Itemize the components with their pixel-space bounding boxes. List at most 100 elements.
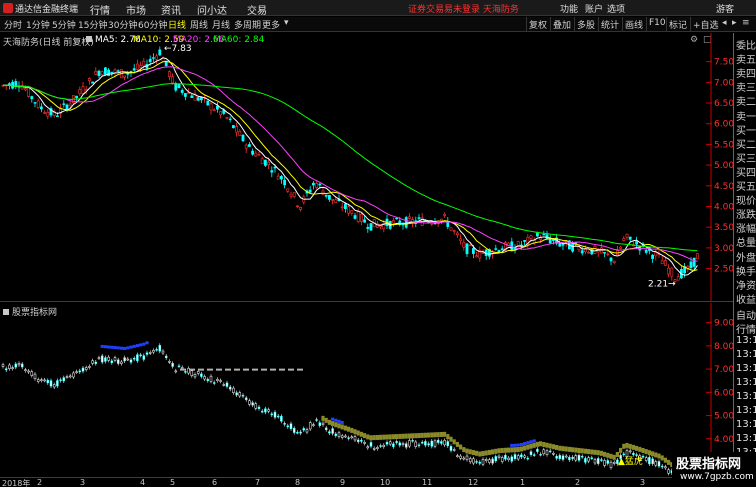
date-axis-label: 2	[575, 478, 581, 487]
chevron-left-icon[interactable]: ◂	[722, 18, 727, 28]
candle-body	[78, 89, 82, 95]
ind-candle	[606, 460, 610, 464]
ind-band-olive	[516, 447, 520, 453]
candle-body	[676, 276, 680, 281]
ind-candle	[635, 454, 638, 456]
login-notice[interactable]: 证券交易易未登录 天海防务	[408, 2, 519, 15]
ind-candle	[113, 357, 117, 361]
ind-band-olive	[647, 450, 651, 456]
period-monthly[interactable]: 月线	[212, 18, 230, 31]
candle-body	[81, 86, 85, 94]
menu-gongneng[interactable]: 功能	[560, 2, 578, 15]
ind-band-olive	[558, 445, 562, 451]
ind-candle	[100, 355, 104, 363]
ind-band-olive	[388, 434, 392, 440]
ind-candle	[270, 413, 274, 416]
menu-shichang[interactable]: 市场	[126, 2, 146, 17]
period-fenshi[interactable]: 分时	[4, 18, 22, 31]
candle-body	[100, 71, 104, 76]
ind-band-olive	[321, 415, 325, 421]
ind-band-blue	[513, 443, 517, 447]
ind-band-olive	[446, 434, 450, 440]
watermark-title: 股票指标网	[676, 457, 742, 472]
user-guest[interactable]: 游客	[716, 2, 734, 15]
date-axis-label: 2018年	[2, 479, 31, 487]
ind-candle	[376, 447, 379, 449]
ind-candle	[36, 379, 40, 382]
ind-band-blue	[119, 346, 123, 350]
period-1min[interactable]: 1分钟	[26, 18, 50, 31]
ind-band-olive	[567, 446, 571, 452]
ind-candle	[472, 458, 475, 464]
candle-body	[395, 217, 399, 220]
period-15min[interactable]: 15分钟	[78, 18, 107, 31]
period-30min[interactable]: 30分钟	[108, 18, 137, 31]
candle-body	[97, 70, 101, 76]
candle-body	[196, 97, 200, 101]
period-weekly[interactable]: 周线	[190, 18, 208, 31]
menu-icon[interactable]: ≡	[742, 18, 750, 28]
candle-body	[267, 161, 271, 165]
ind-band-olive	[327, 419, 331, 425]
period-5min[interactable]: 5分钟	[52, 18, 76, 31]
ind-candle	[436, 439, 440, 443]
stats-button[interactable]: 统计	[598, 17, 621, 32]
ind-y-tick-label: 5.00	[714, 412, 733, 422]
multi-stock-button[interactable]: 多股	[574, 17, 597, 32]
period-multi[interactable]: 多周期	[234, 18, 261, 31]
ind-candle	[75, 371, 78, 373]
ind-candle	[161, 350, 165, 354]
ind-candle	[200, 373, 203, 377]
ind-band-olive	[443, 431, 447, 437]
candle-body	[455, 232, 459, 235]
ind-candle	[363, 442, 366, 444]
tick-time: 13:1	[736, 405, 756, 416]
menu-xuanxiang[interactable]: 选项	[607, 2, 625, 15]
ind-band-olive	[612, 454, 616, 460]
period-more[interactable]: 更多	[262, 18, 280, 31]
ind-band-olive	[657, 453, 661, 459]
period-daily[interactable]: 日线	[168, 18, 186, 31]
overlay-button[interactable]: 叠加	[550, 17, 573, 32]
menu-hangqing[interactable]: 行情	[90, 2, 110, 17]
ind-candle	[4, 368, 8, 371]
ind-band-olive	[363, 433, 367, 439]
panel-divider	[0, 301, 733, 302]
candle-body	[168, 71, 171, 77]
candlestick-chart[interactable]: 7.50 7.00 6.50 6.00 5.50 5.00 4.50 4.00 3.50 3.00…	[0, 33, 733, 301]
date-axis-label: 1	[520, 478, 526, 487]
menu-jiaoyi[interactable]: 交易	[247, 2, 267, 17]
candle-body	[248, 144, 251, 147]
ind-candle	[571, 456, 574, 460]
candle-body	[548, 238, 552, 244]
date-axis-label: 6	[212, 478, 218, 487]
ind-candle	[184, 371, 187, 373]
candle-body	[36, 100, 40, 108]
chevron-right-icon[interactable]: ▸	[732, 18, 737, 28]
add-favorite-button[interactable]: +自选	[690, 17, 721, 32]
candle-body	[88, 78, 91, 81]
ind-candle	[443, 440, 446, 446]
menu-wenxiaoda[interactable]: 问小达	[197, 2, 227, 17]
ind-candle	[283, 423, 286, 425]
period-60min[interactable]: 60分钟	[138, 18, 167, 31]
ind-candle	[158, 345, 162, 352]
menu-zixun[interactable]: 资讯	[161, 2, 181, 17]
adjust-button[interactable]: 复权	[526, 17, 549, 32]
ind-candle	[478, 461, 482, 464]
chevron-down-icon[interactable]: ▾	[284, 18, 289, 28]
mark-button[interactable]: 标记	[666, 17, 689, 32]
draw-button[interactable]: 画线	[622, 17, 645, 32]
candle-body	[587, 251, 591, 254]
candle-body	[68, 103, 72, 107]
ind-candle	[404, 443, 408, 448]
ind-candle	[382, 444, 386, 447]
ind-candle	[545, 450, 549, 455]
ind-band-blue	[135, 344, 139, 348]
ind-candle	[289, 423, 293, 430]
indicator-chart[interactable]: 9.008.007.006.005.004.003.00▲猛虎	[0, 303, 733, 477]
ind-candle	[68, 375, 72, 378]
f10-button[interactable]: F10	[646, 17, 668, 32]
menu-zhanghu[interactable]: 账户	[585, 2, 603, 15]
ind-band-olive	[503, 447, 507, 453]
